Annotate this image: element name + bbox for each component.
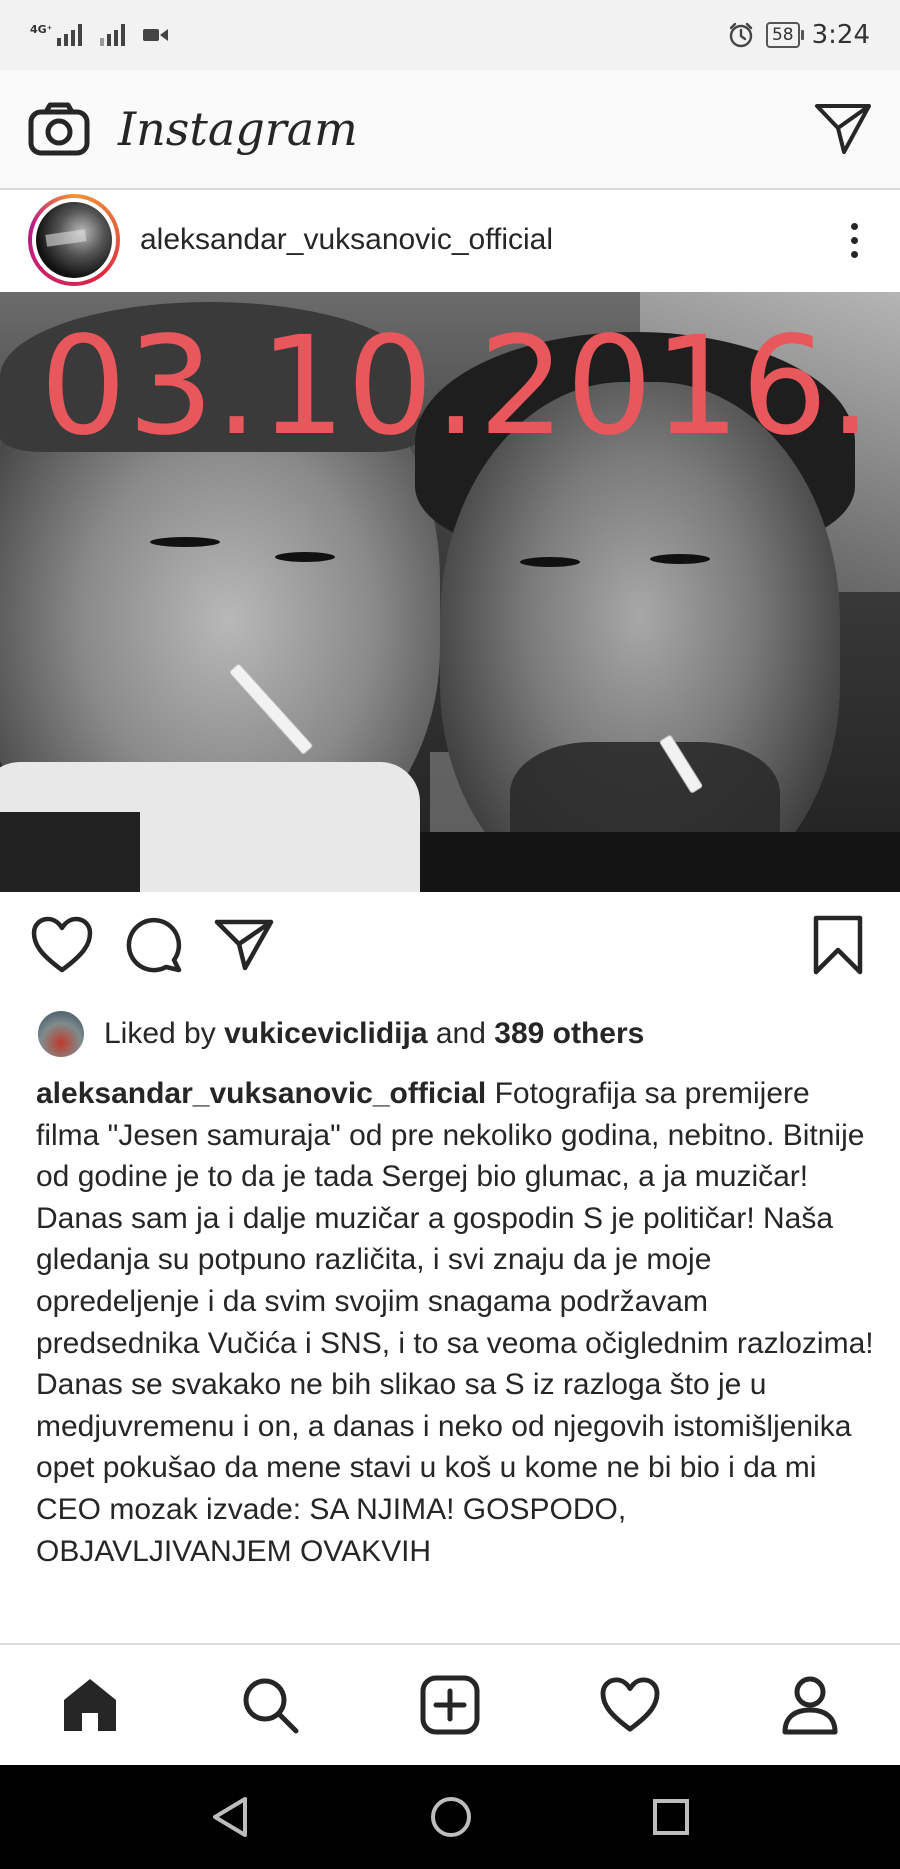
bottom-nav <box>0 1643 900 1765</box>
post-header: aleksandar_vuksanovic_official <box>0 190 900 290</box>
nav-new-post[interactable] <box>390 1655 510 1755</box>
status-bar: 4G⁺ 58 3:24 <box>0 0 900 70</box>
comment-icon[interactable] <box>124 916 184 974</box>
nav-profile[interactable] <box>750 1655 870 1755</box>
battery-icon: 58 <box>765 22 804 48</box>
network-type-label: 4G⁺ <box>30 22 53 36</box>
app-header: Instagram <box>0 70 900 190</box>
caption-text: Fotografija sa premijere filma "Jesen sa… <box>36 1077 874 1568</box>
video-icon <box>142 29 168 41</box>
direct-message-icon[interactable] <box>814 102 872 156</box>
bookmark-icon[interactable] <box>812 914 864 976</box>
photo-date-overlay: 03.10.2016. <box>40 308 873 466</box>
signal-icon <box>56 24 82 46</box>
status-right: 58 3:24 <box>728 20 870 50</box>
liker-username[interactable]: vukiceviclidija <box>224 1017 427 1051</box>
likes-count[interactable]: 389 others <box>494 1017 644 1051</box>
more-options-icon[interactable] <box>837 215 872 266</box>
activity-icon[interactable] <box>599 1677 661 1733</box>
heart-icon[interactable] <box>30 916 94 974</box>
android-navigation-bar <box>0 1765 900 1869</box>
alarm-icon <box>729 22 753 48</box>
post-username[interactable]: aleksandar_vuksanovic_official <box>140 223 837 257</box>
instagram-logo[interactable]: Instagram <box>118 102 814 156</box>
clock: 3:24 <box>811 20 870 50</box>
profile-icon[interactable] <box>781 1675 839 1735</box>
liker-avatar[interactable] <box>36 1009 86 1059</box>
likes-prefix: Liked by <box>104 1017 225 1050</box>
camera-icon[interactable] <box>28 102 90 156</box>
search-icon[interactable] <box>240 1675 300 1735</box>
story-ring[interactable] <box>28 194 120 286</box>
post-caption: aleksandar_vuksanovic_official Fotografi… <box>36 1073 876 1643</box>
likes-joiner: and <box>427 1017 495 1050</box>
recents-icon[interactable] <box>651 1797 691 1837</box>
avatar[interactable] <box>36 202 112 278</box>
signal-icon <box>99 24 125 46</box>
nav-activity[interactable] <box>570 1655 690 1755</box>
nav-search[interactable] <box>210 1655 330 1755</box>
home-circle-icon[interactable] <box>429 1795 473 1839</box>
home-icon[interactable] <box>60 1676 120 1734</box>
status-left: 4G⁺ <box>30 24 168 47</box>
likes-row: Liked by vukiceviclidija and 389 others <box>36 1005 644 1063</box>
caption-author[interactable]: aleksandar_vuksanovic_official <box>36 1077 486 1110</box>
share-icon[interactable] <box>214 918 274 972</box>
back-icon[interactable] <box>209 1795 251 1839</box>
post-photo[interactable]: 03.10.2016. <box>0 292 900 892</box>
nav-home[interactable] <box>30 1655 150 1755</box>
post-actions <box>0 895 900 995</box>
new-post-icon[interactable] <box>420 1675 480 1735</box>
